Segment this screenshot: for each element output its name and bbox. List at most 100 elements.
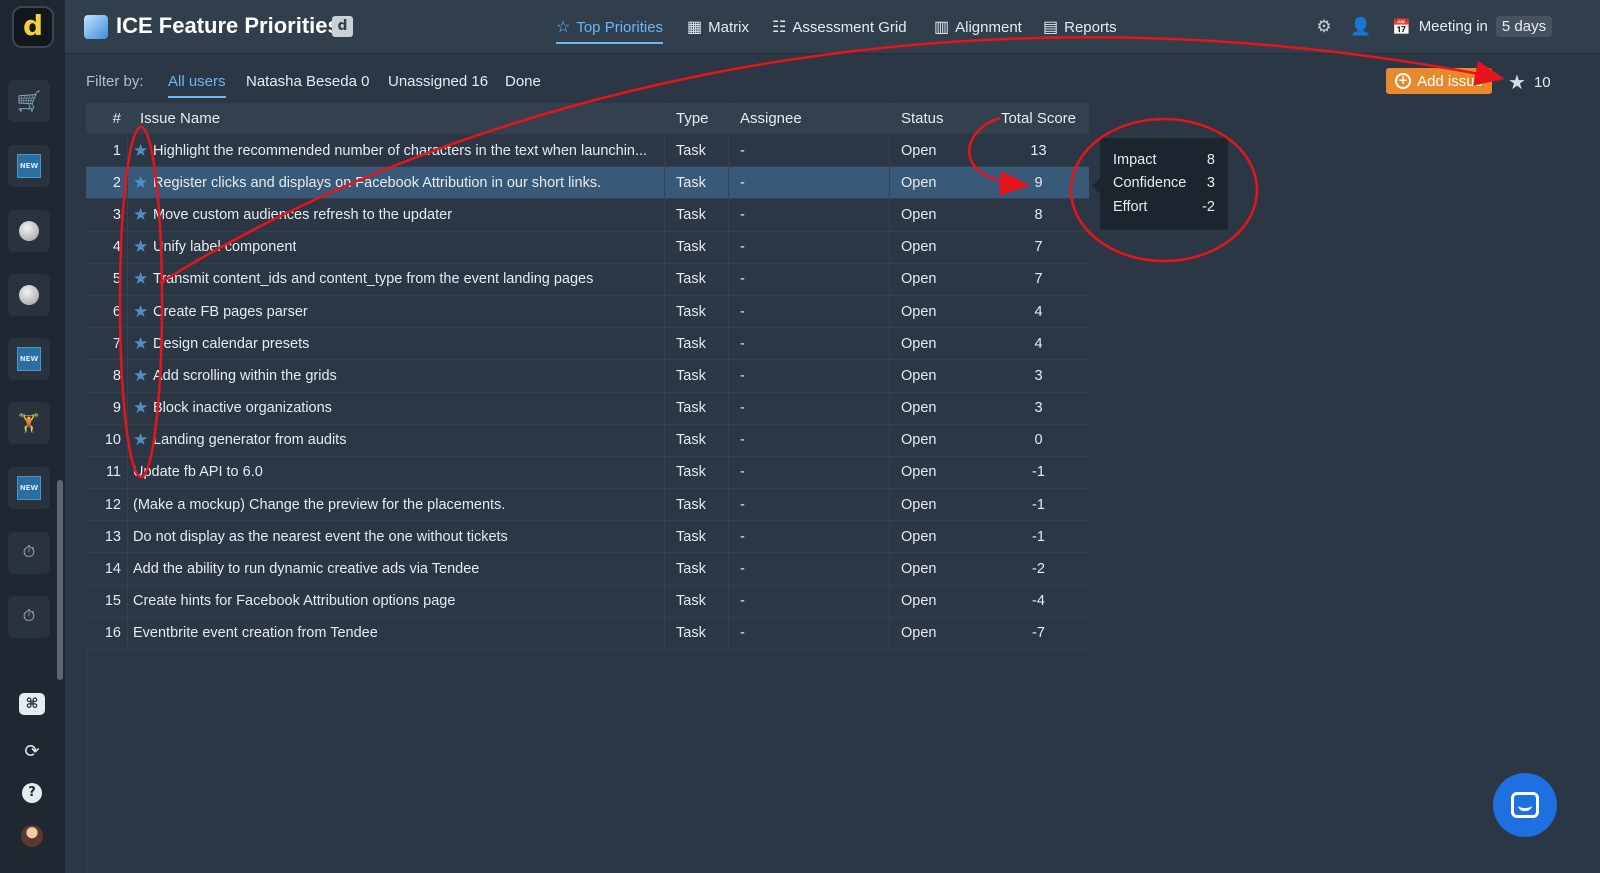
issue-status[interactable]: Open (890, 393, 988, 424)
sidebar-item-timer-1[interactable]: ⏱ (8, 532, 50, 574)
issue-status[interactable]: Open (890, 328, 988, 359)
refresh-icon[interactable]: ⟳ (20, 739, 44, 763)
issue-assignee[interactable]: - (729, 263, 890, 295)
issue-name-cell[interactable]: Create hints for Facebook Attribution op… (128, 585, 665, 617)
issue-name-cell[interactable]: ★ Transmit content_ids and content_type f… (128, 263, 665, 295)
add-issue-button[interactable]: + Add issue (1386, 68, 1492, 94)
issue-total-score[interactable]: 3 (988, 360, 1089, 391)
issue-status[interactable]: Open (890, 457, 988, 488)
issue-status[interactable]: Open (890, 232, 988, 263)
table-row[interactable]: 2 ★ Register clicks and displays on Facebo… (86, 167, 1089, 200)
col-header-num[interactable]: # (86, 103, 128, 134)
tab-reports[interactable]: ▤ Reports (1043, 0, 1117, 54)
avatar[interactable] (21, 825, 43, 847)
tab-alignment[interactable]: ▥ Alignment (934, 0, 1022, 54)
col-header-assignee[interactable]: Assignee (729, 103, 890, 134)
issue-name-cell[interactable]: ★ Create FB pages parser (128, 295, 665, 328)
issue-assignee[interactable]: - (729, 135, 890, 167)
col-header-name[interactable]: Issue Name (128, 103, 665, 134)
settings-sliders-icon[interactable]: ⚙ (1313, 17, 1335, 39)
filter-all-users[interactable]: All users (168, 73, 226, 98)
table-row[interactable]: 14 Add the ability to run dynamic creativ… (86, 553, 1089, 586)
star-icon[interactable]: ★ (133, 334, 149, 354)
star-icon[interactable]: ★ (133, 430, 149, 450)
issue-name-cell[interactable]: Update fb API to 6.0 (128, 456, 665, 489)
issue-total-score[interactable]: 13 (988, 135, 1089, 166)
issue-name-cell[interactable]: ★ Move custom audiences refresh to the up… (128, 199, 665, 231)
sidebar-item-ball-1[interactable] (8, 210, 50, 252)
star-icon[interactable]: ★ (133, 205, 149, 225)
issue-status[interactable]: Open (890, 167, 988, 198)
star-icon[interactable]: ★ (133, 302, 149, 322)
issue-total-score[interactable]: 4 (988, 296, 1089, 327)
sidebar-item-new-2[interactable]: NEW (8, 338, 50, 380)
sidebar-item-new-1[interactable]: NEW (8, 145, 50, 187)
title-badge[interactable]: d (332, 16, 353, 37)
tab-assessment-grid[interactable]: ☷ Assessment Grid (772, 0, 907, 54)
issue-status[interactable]: Open (890, 521, 988, 552)
star-icon[interactable]: ★ (133, 141, 149, 161)
table-row[interactable]: 15 Create hints for Facebook Attribution … (86, 585, 1089, 618)
issue-total-score[interactable]: 0 (988, 425, 1089, 456)
sidebar-item-weights[interactable]: 🏋 (8, 402, 50, 444)
issue-assignee[interactable]: - (729, 489, 890, 521)
issue-status[interactable]: Open (890, 553, 988, 584)
sidebar-item-ball-2[interactable] (8, 274, 50, 316)
issue-status[interactable]: Open (890, 296, 988, 327)
issue-status[interactable]: Open (890, 586, 988, 617)
sidebar-item-new-3[interactable]: NEW (8, 467, 50, 509)
issue-name-cell[interactable]: Eventbrite event creation from Tendee (128, 617, 665, 649)
col-header-status[interactable]: Status (890, 103, 988, 134)
help-icon[interactable]: ? (22, 783, 42, 803)
issue-name-cell[interactable]: Do not display as the nearest event the … (128, 521, 665, 553)
table-row[interactable]: 13 Do not display as the nearest event th… (86, 521, 1089, 554)
issue-assignee[interactable]: - (729, 553, 890, 585)
issue-assignee[interactable]: - (729, 585, 890, 617)
issue-total-score[interactable]: 7 (988, 264, 1089, 295)
issue-name-cell[interactable]: ★ Design calendar presets (128, 328, 665, 360)
table-row[interactable]: 16 Eventbrite event creation from Tendee T… (86, 617, 1089, 650)
issue-assignee[interactable]: - (729, 617, 890, 649)
table-row[interactable]: 5 ★ Transmit content_ids and content_type … (86, 263, 1089, 296)
issue-name-cell[interactable]: Add the ability to run dynamic creative … (128, 553, 665, 585)
table-row[interactable]: 11 Update fb API to 6.0 Task - Open -1 (86, 456, 1089, 490)
issue-name-cell[interactable]: (Make a mockup) Change the preview for t… (128, 489, 665, 521)
issue-assignee[interactable]: - (729, 424, 890, 456)
star-icon[interactable]: ★ (133, 173, 149, 193)
chat-launcher-button[interactable] (1493, 773, 1557, 837)
app-logo[interactable]: d (12, 6, 54, 48)
issue-total-score[interactable]: -1 (988, 457, 1089, 488)
issue-status[interactable]: Open (890, 489, 988, 520)
issue-total-score[interactable]: 9 (988, 167, 1089, 198)
table-row[interactable]: 10 ★ Landing generator from audits Task - Ope… (86, 424, 1089, 457)
filter-done[interactable]: Done (505, 73, 541, 90)
issue-assignee[interactable]: - (729, 456, 890, 489)
table-row[interactable]: 9 ★ Block inactive organizations Task - Open 3 (86, 392, 1089, 425)
issue-total-score[interactable]: -4 (988, 586, 1089, 617)
issue-assignee[interactable]: - (729, 392, 890, 424)
issue-name-cell[interactable]: ★ Add scrolling within the grids (128, 360, 665, 392)
table-row[interactable]: 4 ★ Unify label component Task - Open 7 (86, 231, 1089, 264)
issue-status[interactable]: Open (890, 135, 988, 166)
issue-total-score[interactable]: 7 (988, 232, 1089, 263)
issue-total-score[interactable]: 4 (988, 328, 1089, 359)
issue-assignee[interactable]: - (729, 521, 890, 553)
issue-name-cell[interactable]: ★ Block inactive organizations (128, 392, 665, 424)
issue-total-score[interactable]: -1 (988, 489, 1089, 520)
issue-status[interactable]: Open (890, 264, 988, 295)
issue-name-cell[interactable]: ★ Unify label component (128, 231, 665, 263)
table-row[interactable]: 7 ★ Design calendar presets Task - Open 4 (86, 328, 1089, 361)
table-row[interactable]: 3 ★ Move custom audiences refresh to the u… (86, 199, 1089, 232)
issue-total-score[interactable]: 3 (988, 393, 1089, 424)
add-user-icon[interactable]: 👤 (1350, 17, 1372, 39)
filter-unassigned[interactable]: Unassigned 16 (388, 73, 488, 90)
issue-status[interactable]: Open (890, 360, 988, 391)
issue-assignee[interactable]: - (729, 231, 890, 263)
issue-total-score[interactable]: -7 (988, 618, 1089, 649)
issue-name-cell[interactable]: ★ Highlight the recommended number of cha… (128, 135, 665, 167)
star-icon[interactable]: ★ (133, 237, 149, 257)
issue-name-cell[interactable]: ★ Landing generator from audits (128, 424, 665, 456)
issue-total-score[interactable]: 8 (988, 199, 1089, 230)
meeting-indicator[interactable]: 📅 Meeting in 5 days (1392, 16, 1553, 37)
issue-name-cell[interactable]: ★ Register clicks and displays on Faceboo… (128, 167, 665, 199)
